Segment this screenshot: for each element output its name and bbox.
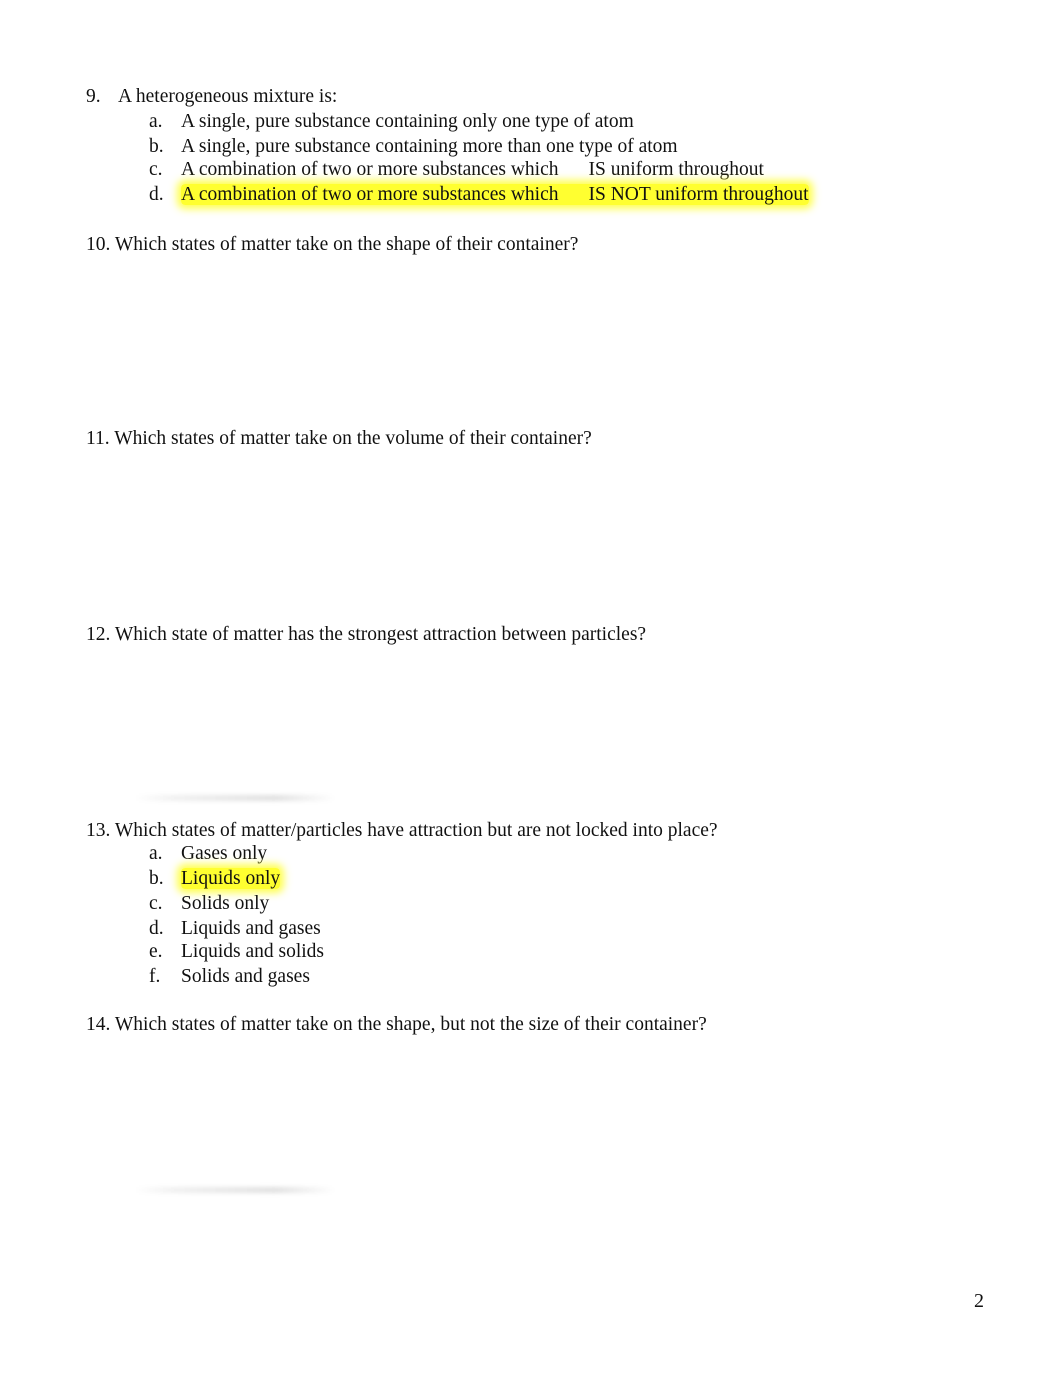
question-11: 11. Which states of matter take on the v… (86, 427, 592, 451)
question-12: 12. Which state of matter has the strong… (86, 623, 646, 647)
question-14-number: 14. (86, 1014, 111, 1035)
scan-smudge (135, 795, 335, 801)
question-12-text: Which state of matter has the strongest … (114, 624, 647, 645)
question-14-text: Which states of matter take on the shape… (114, 1014, 707, 1035)
q9-option-a-letter: a. (149, 111, 163, 132)
q9-option-d: A combination of two or more substances … (181, 183, 809, 207)
q9-option-c-text-emphasis: IS uniform throughout (588, 159, 764, 180)
question-12-number: 12. (86, 624, 111, 645)
question-10: 10. Which states of matter take on the s… (86, 233, 578, 257)
q13-option-e-letter: e. (149, 941, 163, 962)
q13-option-d-text: Liquids and gases (181, 918, 321, 939)
q9-option-d-highlight: A combination of two or more substances … (181, 184, 809, 205)
q13-option-d-letter: d. (149, 918, 164, 939)
q13-option-e-text: Liquids and solids (181, 941, 325, 962)
q13-option-c-text: Solids only (181, 893, 270, 914)
q9-option-c-text: A combination of two or more substances … (181, 159, 559, 180)
q13-option-c-letter: c. (149, 893, 163, 914)
q13-option-f-text: Solids and gases (181, 966, 310, 987)
question-13: 13. Which states of matter/particles hav… (86, 819, 718, 843)
question-14: 14. Which states of matter take on the s… (86, 1013, 707, 1037)
scan-smudge (135, 1187, 335, 1193)
q13-option-a-text: Gases only (181, 843, 268, 864)
q13-option-b-text: Liquids only (181, 868, 281, 889)
question-11-number: 11. (86, 428, 110, 449)
question-10-number: 10. (86, 234, 111, 255)
q13-option-b: Liquids only (181, 867, 281, 891)
question-11-text: Which states of matter take on the volum… (114, 428, 592, 449)
question-13-number: 13. (86, 820, 111, 841)
q9-option-b-text: A single, pure substance containing more… (181, 136, 678, 157)
q9-option-d-text-emphasis: IS NOT uniform throughout (588, 184, 809, 205)
page-number: 2 (974, 1290, 984, 1312)
q9-option-d-letter: d. (149, 184, 164, 205)
q9-option-a-text: A single, pure substance containing only… (181, 111, 634, 132)
q9-option-b-letter: b. (149, 136, 164, 157)
q9-option-c: A combination of two or more substances … (181, 158, 764, 182)
q13-option-a-letter: a. (149, 843, 163, 864)
q13-option-b-letter: b. (149, 868, 164, 889)
q9-option-c-letter: c. (149, 159, 163, 180)
question-10-text: Which states of matter take on the shape… (114, 234, 579, 255)
question-13-text: Which states of matter/particles have at… (114, 820, 718, 841)
q9-option-d-text: A combination of two or more substances … (181, 184, 559, 205)
q13-option-f-letter: f. (149, 966, 161, 987)
question-9-text: A heterogeneous mixture is: (118, 86, 338, 107)
question-9-number: 9. (86, 86, 101, 107)
